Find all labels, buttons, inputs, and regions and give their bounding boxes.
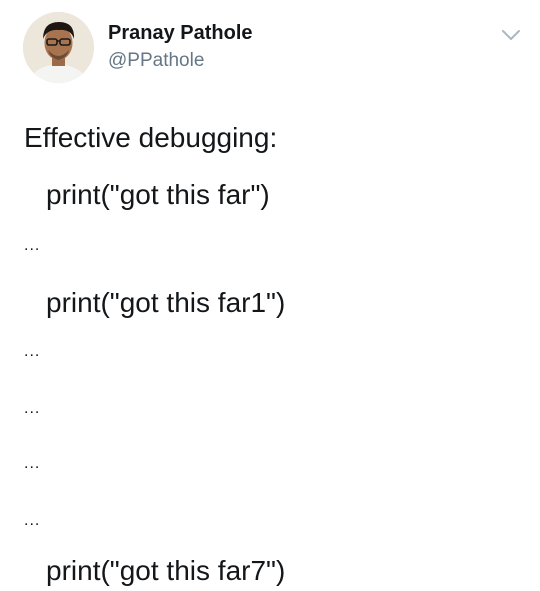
tweet-text-ellipsis: ... xyxy=(24,343,41,360)
tweet-text-ellipsis: ... xyxy=(24,455,41,472)
author-handle[interactable]: @PPathole xyxy=(108,50,204,72)
tweet-card: Pranay Pathole @PPathole Effective debug… xyxy=(0,0,540,591)
author-name[interactable]: Pranay Pathole xyxy=(108,22,253,45)
avatar-image xyxy=(23,12,94,83)
author-avatar[interactable] xyxy=(23,12,94,83)
tweet-text-ellipsis: ... xyxy=(24,237,41,254)
tweet-text-code-line: print("got this far") xyxy=(46,179,270,210)
tweet-text-ellipsis: ... xyxy=(24,512,41,529)
tweet-text-ellipsis: ... xyxy=(24,400,41,417)
chevron-down-icon[interactable] xyxy=(500,27,522,43)
tweet-text-heading: Effective debugging: xyxy=(24,122,278,153)
tweet-text-code-line: print("got this far7") xyxy=(46,555,286,586)
tweet-text-code-line: print("got this far1") xyxy=(46,287,286,318)
